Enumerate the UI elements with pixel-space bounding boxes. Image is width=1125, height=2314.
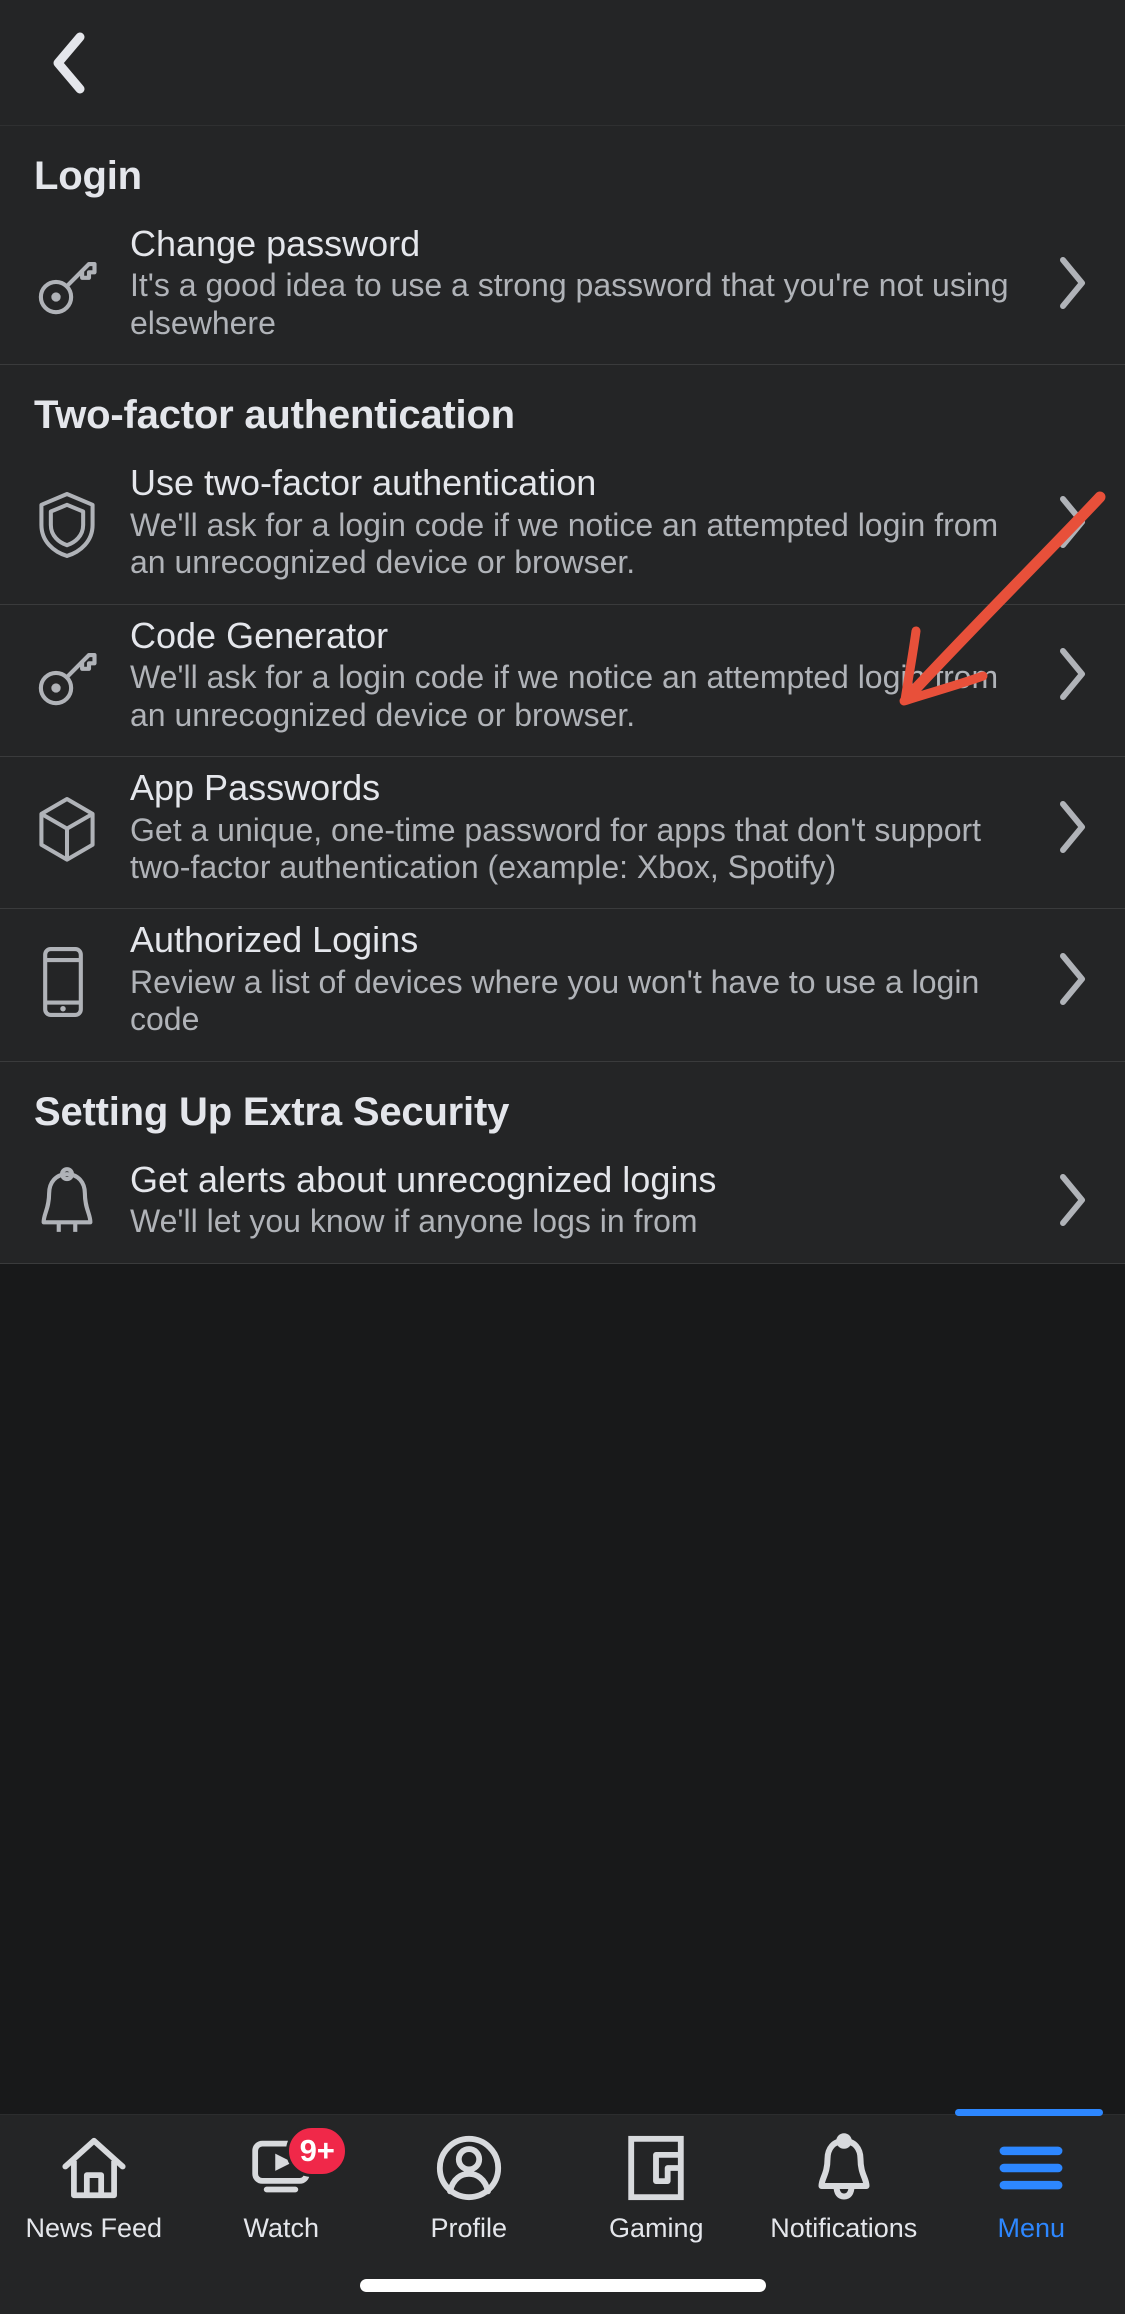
row-title: App Passwords — [130, 767, 381, 809]
app-screen: Login Change password It's a good idea t… — [0, 0, 1125, 2314]
row-code-generator[interactable]: Code Generator We'll ask for a login cod… — [0, 603, 1125, 757]
row-text: Authorized Logins Review a list of devic… — [130, 919, 1041, 1038]
row-subtitle: We'll let you know if anyone logs in fro… — [130, 1203, 698, 1240]
row-subtitle: Review a list of devices where you won't… — [130, 963, 980, 1038]
row-text: Change password It's a good idea to use … — [130, 223, 1041, 342]
tab-gaming[interactable]: Gaming — [563, 2115, 751, 2244]
row-subtitle: We'll ask for a login code if we notice … — [130, 506, 999, 581]
row-title: Authorized Logins — [130, 919, 419, 961]
tab-label: Menu — [997, 2213, 1066, 2243]
tab-news-feed[interactable]: News Feed — [0, 2115, 188, 2244]
row-title: Get alerts about unrecognized logins — [130, 1158, 717, 1200]
tab-profile[interactable]: Profile — [375, 2115, 563, 2244]
section-setting-up-extra-security: Setting Up Extra Security Get alerts abo… — [0, 1061, 1125, 1264]
chevron-right-icon — [1041, 255, 1103, 311]
person-circle-icon — [434, 2131, 504, 2205]
hamburger-icon — [996, 2131, 1066, 2205]
row-title: Change password — [130, 223, 421, 264]
home-indicator — [359, 2279, 766, 2292]
chevron-left-icon — [50, 31, 90, 95]
section-title-two-factor-authentication: Two-factor authentication — [34, 393, 515, 438]
section-login: Login Change password It's a good idea t… — [0, 126, 1125, 366]
cube-icon — [34, 789, 130, 865]
row-text: Code Generator We'll ask for a login cod… — [130, 615, 1041, 734]
row-authorized-logins[interactable]: Authorized Logins Review a list of devic… — [0, 908, 1125, 1061]
row-get-alerts-about-unrecognized-logins[interactable]: Get alerts about unrecognized logins We'… — [0, 1148, 1125, 1263]
row-text: App Passwords Get a unique, one-time pas… — [130, 767, 1041, 886]
row-subtitle: Get a unique, one-time password for apps… — [130, 811, 982, 885]
row-use-two-factor-authentication[interactable]: Use two-factor authentication We'll ask … — [0, 452, 1125, 604]
row-subtitle: We'll ask for a login code if we notice … — [130, 659, 999, 733]
section-title-setting-up-extra-security: Setting Up Extra Security — [34, 1089, 510, 1134]
tab-label: Notifications — [770, 2213, 918, 2243]
key-icon — [34, 638, 130, 710]
shield-icon — [34, 484, 130, 560]
row-title: Code Generator — [130, 614, 389, 656]
chevron-right-icon — [1041, 951, 1103, 1007]
row-text: Get alerts about unrecognized logins We'… — [130, 1159, 1041, 1241]
active-tab-indicator — [955, 2109, 1103, 2116]
chevron-right-icon — [1041, 799, 1103, 855]
watch-badge: 9+ — [286, 2125, 349, 2177]
section-title-login: Login — [34, 154, 142, 198]
row-title: Use two-factor authentication — [130, 462, 597, 504]
home-icon — [59, 2131, 129, 2205]
row-text: Use two-factor authentication We'll ask … — [130, 462, 1041, 581]
settings-list[interactable]: Login Change password It's a good idea t… — [0, 126, 1125, 2314]
video-play-icon: 9+ — [246, 2125, 349, 2205]
mobile-phone-icon — [34, 939, 130, 1019]
chevron-right-icon — [1041, 494, 1103, 550]
tab-notifications[interactable]: Notifications — [750, 2115, 938, 2244]
back-button[interactable] — [34, 27, 106, 99]
chevron-right-icon — [1041, 1172, 1103, 1228]
section-two-factor-authentication: Two-factor authentication Use two-factor… — [0, 365, 1125, 1062]
row-change-password[interactable]: Change password It's a good idea to use … — [0, 213, 1125, 365]
tab-label: News Feed — [25, 2213, 163, 2243]
tab-label: Gaming — [608, 2213, 704, 2243]
key-icon — [34, 247, 130, 319]
row-subtitle: It's a good idea to use a strong passwor… — [130, 267, 1009, 341]
tab-watch[interactable]: 9+ Watch — [188, 2115, 376, 2244]
bottom-tab-bar: News Feed 9+ Watch Profile Gaming Notifi… — [0, 2109, 1125, 2314]
gaming-icon — [623, 2131, 689, 2205]
chevron-right-icon — [1041, 646, 1103, 702]
row-app-passwords[interactable]: App Passwords Get a unique, one-time pas… — [0, 756, 1125, 909]
bell-icon — [811, 2131, 877, 2205]
bell-icon — [34, 1161, 130, 1239]
tab-label: Watch — [243, 2213, 319, 2243]
top-navigation-bar — [0, 0, 1125, 126]
tab-menu[interactable]: Menu — [938, 2109, 1125, 2244]
tab-label: Profile — [430, 2213, 508, 2243]
